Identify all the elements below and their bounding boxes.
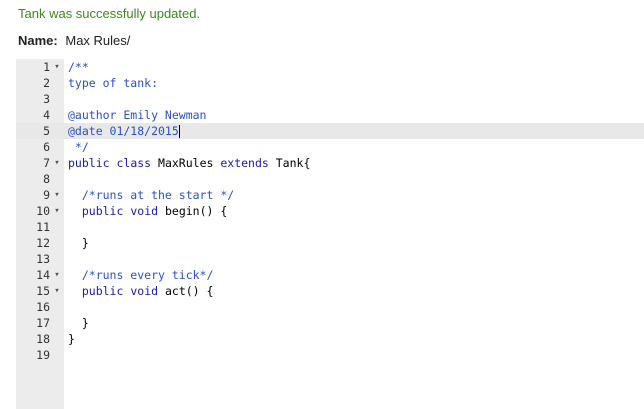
code-text: } [68, 316, 89, 330]
flash-notice: Tank was successfully updated. [18, 6, 201, 21]
tank-name: Name: Max Rules/ [18, 33, 130, 48]
fold-arrow-icon[interactable]: ▾ [52, 187, 62, 203]
name-value: Max Rules/ [65, 33, 131, 48]
code-line[interactable]: 16 [16, 299, 644, 315]
code-line[interactable]: 10 ▾ public void begin() { [16, 203, 644, 219]
code-text: /*runs at the start */ [68, 188, 235, 202]
code-text: @date 01/18/2015 [68, 124, 180, 138]
line-number: 2 [43, 76, 50, 90]
code-line[interactable]: 9 ▾ /*runs at the start */ [16, 187, 644, 203]
line-number: 11 [36, 220, 50, 234]
line-number: 5 [43, 124, 50, 138]
code-line[interactable]: 13 [16, 251, 644, 267]
code-line[interactable]: 14 ▾ /*runs every tick*/ [16, 267, 644, 283]
fold-arrow-icon[interactable]: ▾ [52, 59, 62, 75]
fold-arrow-icon[interactable]: ▾ [52, 267, 62, 283]
code-editor[interactable]: 1 ▾/** 2 type of tank: 3 4 @author Emily Newma… [16, 59, 644, 409]
line-number: 14 [36, 268, 50, 282]
line-number: 1 [43, 60, 50, 74]
code-line[interactable]: 7 ▾ public class MaxRules extends Tank{ [16, 155, 644, 171]
code-line[interactable]: 8 [16, 171, 644, 187]
line-number: 3 [43, 92, 50, 106]
text-cursor [178, 125, 180, 138]
fold-arrow-icon[interactable]: ▾ [52, 155, 62, 171]
code-line[interactable]: 19 [16, 347, 644, 363]
line-number: 9 [43, 188, 50, 202]
line-number: 12 [36, 236, 50, 250]
line-number: 6 [43, 140, 50, 154]
code-line[interactable]: 6 */ [16, 139, 644, 155]
code-line[interactable]: 5 @date 01/18/2015 [16, 123, 644, 139]
code-text: @author Emily Newman [68, 108, 207, 122]
line-number: 4 [43, 108, 50, 122]
code-line[interactable]: 15 ▾ public void act() { [16, 283, 644, 299]
code-line[interactable]: 18} [16, 331, 644, 347]
fold-arrow-icon[interactable]: ▾ [52, 283, 62, 299]
code-line[interactable]: 2 type of tank: [16, 75, 644, 91]
code-text: public void begin() { [81, 204, 228, 218]
code-line[interactable]: 17 } [16, 315, 644, 331]
code-lines[interactable]: 1 ▾/** 2 type of tank: 3 4 @author Emily Newma… [16, 59, 644, 363]
line-number: 7 [43, 156, 50, 170]
line-number: 8 [43, 172, 50, 186]
code-text: public void act() { [81, 284, 214, 298]
code-line[interactable]: 4 @author Emily Newman [16, 107, 644, 123]
line-number: 15 [36, 284, 50, 298]
code-text: type of tank: [68, 76, 159, 90]
code-text: /*runs every tick*/ [68, 268, 214, 282]
line-number: 10 [36, 204, 50, 218]
line-number: 16 [36, 300, 50, 314]
code-line[interactable]: 12 } [16, 235, 644, 251]
line-number: 13 [36, 252, 50, 266]
code-text: */ [68, 140, 89, 154]
code-line[interactable]: 3 [16, 91, 644, 107]
code-line[interactable]: 11 [16, 219, 644, 235]
code-line[interactable]: 1 ▾ /** [16, 59, 644, 75]
code-text: /** [68, 60, 89, 74]
fold-arrow-icon[interactable]: ▾ [52, 203, 62, 219]
name-label: Name: [18, 33, 58, 48]
line-number: 18 [36, 332, 50, 346]
line-number: 17 [36, 316, 50, 330]
line-number: 19 [36, 348, 50, 362]
code-text: } [68, 236, 89, 250]
code-text: } [68, 332, 75, 346]
code-text: public class MaxRules extends Tank{ [68, 156, 311, 170]
